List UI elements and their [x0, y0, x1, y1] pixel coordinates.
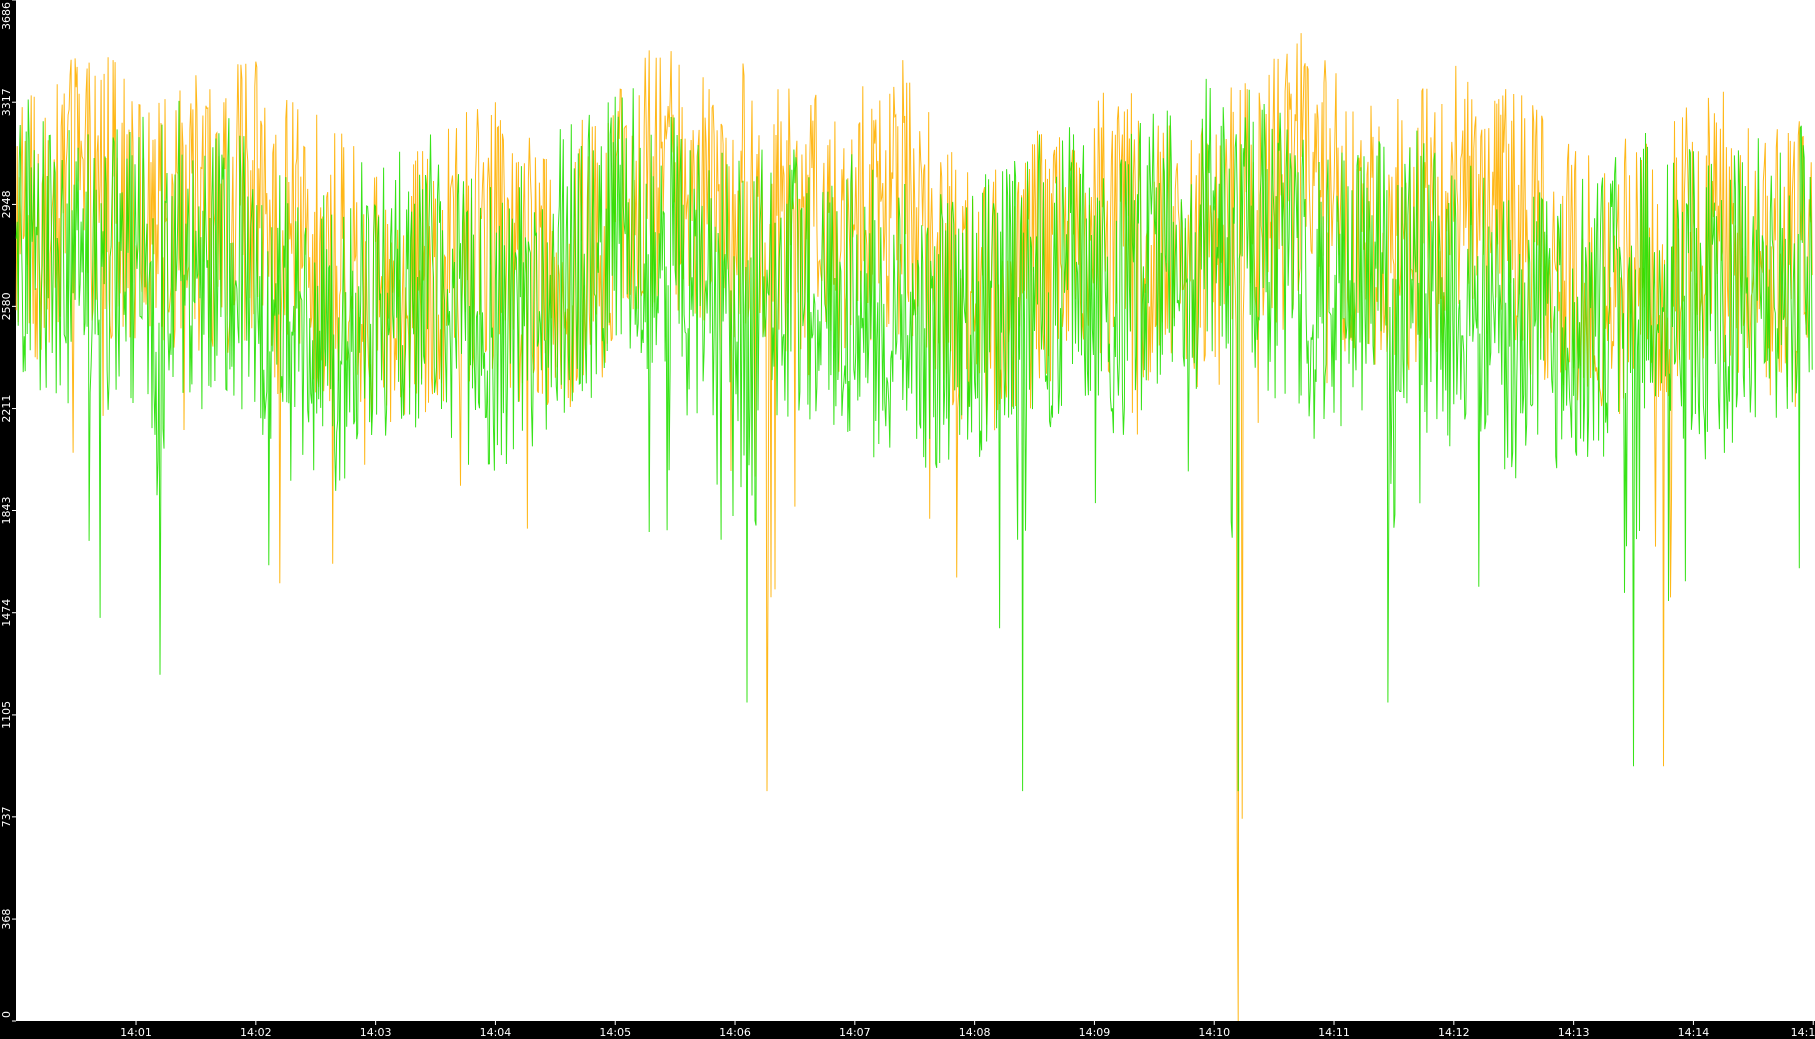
x-tick-label: 14:11 — [1318, 1026, 1350, 1039]
chart-area: 0 368 737 1105 1474 1843 2211 2580 2948 3317 3686 … — [0, 0, 1815, 1039]
y-tick-label: 3317 — [0, 88, 13, 116]
y-tick-label: 368 — [0, 909, 13, 930]
x-tick-label: 14:1 — [1791, 1026, 1815, 1039]
x-tick-label: 14:10 — [1198, 1026, 1230, 1039]
y-tick-label: 1843 — [0, 497, 13, 525]
y-tick-label: 0 — [0, 1011, 13, 1018]
x-tick-label: 14:06 — [719, 1026, 751, 1039]
y-tick-label: 3686 — [0, 2, 13, 30]
y-tick-label: 1474 — [0, 599, 13, 627]
x-tick-label: 14:03 — [360, 1026, 392, 1039]
x-tick-label: 14:09 — [1079, 1026, 1111, 1039]
x-tick-label: 14:12 — [1438, 1026, 1470, 1039]
y-tick-label: 1105 — [0, 701, 13, 729]
x-tick-label: 14:07 — [839, 1026, 871, 1039]
x-axis-band — [0, 1021, 1815, 1039]
series-layer — [15, 33, 1813, 1022]
x-tick-label: 14:02 — [240, 1026, 272, 1039]
y-tick-label: 2211 — [0, 395, 13, 423]
x-tick-label: 14:01 — [120, 1026, 152, 1039]
time-series-chart: 036873711051474184322112580294833173686 … — [0, 0, 1815, 1039]
x-tick-label: 14:14 — [1678, 1026, 1710, 1039]
x-tick-label: 14:13 — [1558, 1026, 1590, 1039]
x-tick-label: 14:05 — [599, 1026, 631, 1039]
y-tick-label: 737 — [0, 806, 13, 827]
y-tick-label: 2948 — [0, 190, 13, 218]
x-tick-label: 14:04 — [480, 1026, 512, 1039]
x-tick-label: 14:08 — [959, 1026, 991, 1039]
y-tick-label: 2580 — [0, 292, 13, 320]
